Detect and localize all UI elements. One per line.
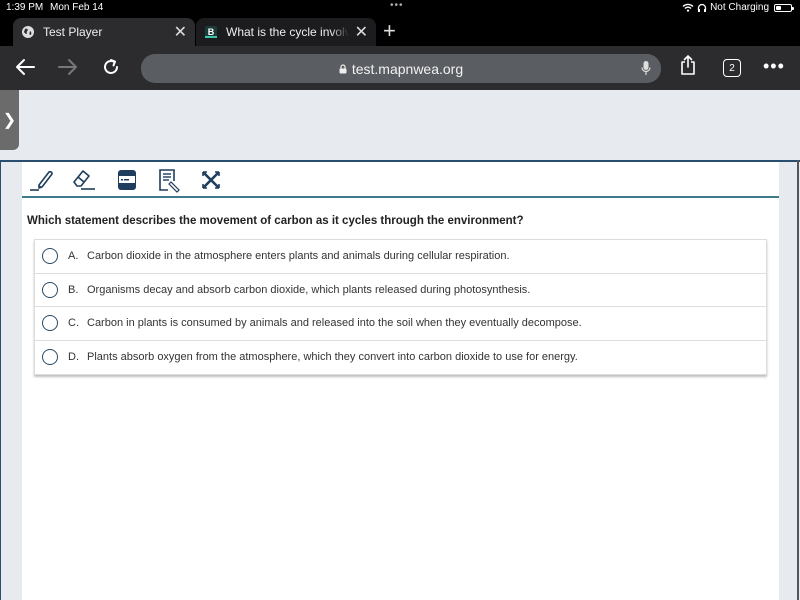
close-tab-icon[interactable]: ✕ bbox=[174, 22, 187, 42]
answer-choice-a[interactable]: A. Carbon dioxide in the atmosphere ente… bbox=[35, 240, 766, 274]
line-reader-icon bbox=[118, 170, 136, 190]
answer-choice-b[interactable]: B. Organisms decay and absorb carbon dio… bbox=[35, 273, 766, 307]
line-reader-tool[interactable] bbox=[113, 166, 141, 194]
left-gutter bbox=[0, 162, 22, 600]
scrollbar[interactable] bbox=[797, 160, 799, 600]
eraser-tool[interactable] bbox=[70, 166, 98, 194]
arrow-right-icon bbox=[58, 59, 77, 75]
url-text: test.mapnwea.org bbox=[351, 60, 464, 77]
choice-text: Plants absorb oxygen from the atmosphere… bbox=[87, 351, 578, 364]
tab-label: What is the cycle involving bbox=[226, 25, 349, 39]
answer-choice-d[interactable]: D. Plants absorb oxygen from the atmosph… bbox=[35, 340, 766, 374]
answer-choice-c[interactable]: C. Carbon in plants is consumed by anima… bbox=[35, 307, 766, 341]
status-indicators: Not Charging bbox=[682, 2, 794, 13]
answer-eliminator-tool[interactable] bbox=[197, 166, 225, 194]
back-button[interactable] bbox=[12, 54, 38, 80]
arrow-left-icon bbox=[16, 59, 35, 75]
tab-label: Test Player bbox=[43, 25, 103, 39]
highlighter-tool[interactable] bbox=[28, 166, 56, 194]
microphone-icon[interactable] bbox=[641, 60, 651, 76]
browser-toolbar: test.mapnwea.org 2 ••• bbox=[0, 46, 800, 90]
chevron-right-icon: ❯ bbox=[2, 112, 17, 129]
reload-button[interactable] bbox=[98, 54, 124, 80]
radio-button[interactable] bbox=[42, 349, 58, 366]
radio-button[interactable] bbox=[42, 281, 58, 298]
share-icon bbox=[681, 55, 695, 75]
battery-icon bbox=[774, 3, 794, 12]
answer-eliminator-icon bbox=[202, 171, 220, 189]
more-options-button[interactable]: ••• bbox=[763, 56, 785, 77]
web-page: ❯ Which statement describes the movement… bbox=[0, 90, 800, 600]
highlighter-icon bbox=[30, 170, 53, 191]
address-bar[interactable]: test.mapnwea.org bbox=[141, 54, 661, 83]
choice-text: Carbon in plants is consumed by animals … bbox=[87, 317, 582, 330]
reload-icon bbox=[104, 59, 118, 74]
choice-letter: D. bbox=[68, 351, 79, 364]
globe-icon bbox=[21, 25, 35, 39]
choice-text: Organisms decay and absorb carbon dioxid… bbox=[87, 283, 531, 296]
choice-text: Carbon dioxide in the atmosphere enters … bbox=[87, 250, 510, 263]
question-panel: Which statement describes the movement o… bbox=[22, 203, 779, 600]
radio-button[interactable] bbox=[42, 315, 58, 332]
brainly-icon: B bbox=[204, 25, 218, 39]
status-time: 1:39 PM bbox=[6, 2, 44, 13]
tab-bar: Test Player ✕ B What is the cycle involv… bbox=[0, 16, 800, 46]
svg-text:B: B bbox=[208, 27, 215, 37]
wifi-icon bbox=[682, 3, 694, 12]
battery-status-text: Not Charging bbox=[710, 2, 769, 13]
notepad-icon bbox=[159, 169, 180, 193]
header-band bbox=[0, 90, 800, 160]
multitask-dots[interactable]: ••• bbox=[390, 0, 404, 11]
radio-button[interactable] bbox=[42, 248, 58, 265]
answer-choices: A. Carbon dioxide in the atmosphere ente… bbox=[34, 239, 767, 375]
share-button[interactable] bbox=[679, 54, 697, 76]
eraser-icon bbox=[73, 170, 95, 190]
question-text: Which statement describes the movement o… bbox=[27, 215, 524, 227]
choice-letter: B. bbox=[68, 283, 79, 296]
test-tools-bar bbox=[22, 162, 779, 198]
tab-count: 2 bbox=[723, 59, 741, 77]
tab-switcher-button[interactable]: 2 bbox=[723, 59, 741, 77]
choice-letter: A. bbox=[68, 250, 79, 263]
sidebar-toggle[interactable]: ❯ bbox=[0, 90, 19, 150]
notepad-tool[interactable] bbox=[155, 166, 183, 194]
forward-button[interactable] bbox=[55, 54, 81, 80]
new-tab-button[interactable]: + bbox=[383, 18, 396, 44]
close-tab-icon[interactable]: ✕ bbox=[355, 22, 368, 42]
lock-icon bbox=[339, 63, 347, 73]
status-date: Mon Feb 14 bbox=[50, 2, 104, 13]
choice-letter: C. bbox=[68, 317, 79, 330]
status-bar: 1:39 PM Mon Feb 14 ••• Not Charging bbox=[0, 0, 800, 16]
tab-brainly[interactable]: B What is the cycle involving ✕ bbox=[196, 18, 376, 46]
headphones-icon bbox=[697, 3, 707, 12]
tab-test-player[interactable]: Test Player ✕ bbox=[13, 18, 195, 46]
